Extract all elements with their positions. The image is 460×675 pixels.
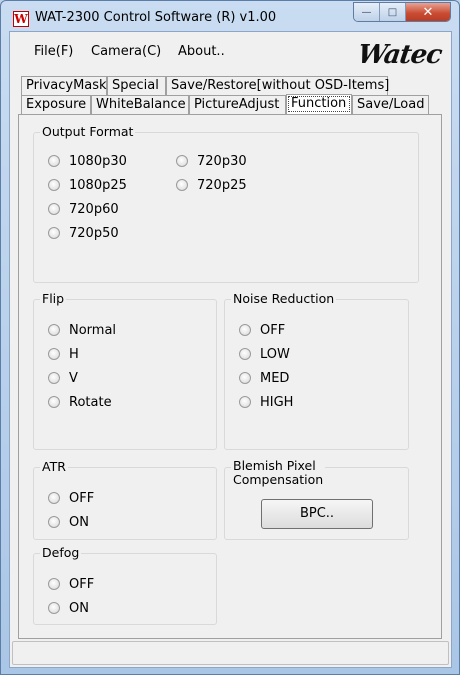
radio-circle-icon — [239, 324, 251, 336]
function-tab-panel: Output Format 1080p30 1080p25 720p60 720… — [18, 114, 442, 639]
radio-label: MED — [260, 370, 290, 386]
radio-label: 720p60 — [69, 201, 119, 217]
window-controls: — □ ✕ — [353, 2, 451, 22]
radio-1080p25[interactable]: 1080p25 — [48, 177, 127, 193]
radio-circle-icon — [48, 324, 60, 336]
radio-label: LOW — [260, 346, 290, 362]
menu-file[interactable]: File(F) — [34, 44, 73, 59]
radio-nr-low[interactable]: LOW — [239, 346, 290, 362]
tab-white-balance[interactable]: WhiteBalance — [91, 95, 189, 114]
radio-label: OFF — [69, 490, 95, 506]
close-button[interactable]: ✕ — [406, 3, 450, 21]
radio-circle-icon — [48, 203, 60, 215]
tab-picture-adjust[interactable]: PictureAdjust — [189, 95, 286, 114]
radio-label: 720p30 — [197, 153, 247, 169]
radio-circle-icon — [239, 396, 251, 408]
radio-nr-off[interactable]: OFF — [239, 322, 285, 338]
radio-label: Rotate — [69, 394, 112, 410]
radio-label: ON — [69, 600, 89, 616]
tab-privacy-mask[interactable]: PrivacyMask — [21, 76, 107, 95]
radio-label: OFF — [260, 322, 286, 338]
watec-logo: Watec — [355, 40, 444, 70]
atr-group: ATR OFF ON — [33, 459, 217, 540]
radio-1080p30[interactable]: 1080p30 — [48, 153, 127, 169]
blemish-title-line1: Blemish Pixel — [233, 458, 316, 473]
tab-special[interactable]: Special — [107, 76, 166, 95]
radio-circle-icon — [48, 396, 60, 408]
radio-label: 720p25 — [197, 177, 247, 193]
radio-circle-icon — [48, 372, 60, 384]
blemish-title-line2: Compensation — [233, 472, 324, 487]
radio-720p30[interactable]: 720p30 — [176, 153, 247, 169]
radio-atr-on[interactable]: ON — [48, 514, 89, 530]
radio-label: ON — [69, 514, 89, 530]
radio-circle-icon — [48, 516, 60, 528]
radio-flip-v[interactable]: V — [48, 370, 78, 386]
radio-flip-normal[interactable]: Normal — [48, 322, 116, 338]
app-icon: W — [13, 11, 29, 27]
radio-nr-med[interactable]: MED — [239, 370, 289, 386]
radio-720p50[interactable]: 720p50 — [48, 225, 119, 241]
radio-label: H — [69, 346, 79, 362]
tab-exposure[interactable]: Exposure — [21, 95, 91, 114]
blemish-group: Blemish Pixel Compensation BPC.. — [224, 459, 409, 540]
radio-circle-icon — [48, 602, 60, 614]
noise-reduction-title: Noise Reduction — [231, 291, 337, 307]
status-bar — [12, 641, 449, 665]
window-title: WAT-2300 Control Software (R) v1.00 — [35, 10, 277, 25]
menu-camera[interactable]: Camera(C) — [91, 44, 161, 59]
radio-nr-high[interactable]: HIGH — [239, 394, 293, 410]
tab-function[interactable]: Function — [286, 94, 352, 114]
maximize-button[interactable]: □ — [380, 3, 406, 21]
minimize-button[interactable]: — — [354, 3, 380, 21]
radio-720p25[interactable]: 720p25 — [176, 177, 247, 193]
radio-flip-h[interactable]: H — [48, 346, 79, 362]
radio-circle-icon — [48, 155, 60, 167]
radio-circle-icon — [176, 179, 188, 191]
atr-title: ATR — [40, 459, 68, 475]
flip-group: Flip Normal H V Rotate — [33, 291, 217, 450]
radio-label: Normal — [69, 322, 117, 338]
menu-bar: File(F) Camera(C) About.. Watec — [10, 32, 451, 72]
title-bar[interactable]: W WAT-2300 Control Software (R) v1.00 — … — [1, 1, 459, 31]
radio-circle-icon — [48, 348, 60, 360]
defog-title: Defog — [40, 545, 82, 561]
radio-label: 720p50 — [69, 225, 119, 241]
radio-label: HIGH — [260, 394, 294, 410]
tab-save-load[interactable]: Save/Load — [352, 95, 429, 114]
flip-title: Flip — [40, 291, 67, 307]
tab-save-restore[interactable]: Save/Restore[without OSD-Items] — [166, 76, 389, 95]
radio-720p60[interactable]: 720p60 — [48, 201, 119, 217]
radio-atr-off[interactable]: OFF — [48, 490, 94, 506]
radio-label: OFF — [69, 576, 95, 592]
noise-reduction-group: Noise Reduction OFF LOW MED HIGH — [224, 291, 409, 450]
radio-circle-icon — [239, 348, 251, 360]
client-area: File(F) Camera(C) About.. Watec PrivacyM… — [9, 31, 452, 668]
bpc-button[interactable]: BPC.. — [261, 499, 373, 529]
radio-label: V — [69, 370, 78, 386]
radio-circle-icon — [48, 492, 60, 504]
radio-flip-rotate[interactable]: Rotate — [48, 394, 112, 410]
output-format-title: Output Format — [40, 124, 136, 140]
radio-circle-icon — [48, 227, 60, 239]
menu-about[interactable]: About.. — [178, 44, 225, 59]
app-window: W WAT-2300 Control Software (R) v1.00 — … — [0, 0, 460, 675]
output-format-group: Output Format 1080p30 1080p25 720p60 720… — [33, 124, 419, 283]
radio-label: 1080p30 — [69, 153, 127, 169]
radio-defog-on[interactable]: ON — [48, 600, 89, 616]
radio-defog-off[interactable]: OFF — [48, 576, 94, 592]
radio-circle-icon — [176, 155, 188, 167]
radio-circle-icon — [48, 179, 60, 191]
radio-circle-icon — [48, 578, 60, 590]
blemish-title: Blemish Pixel Compensation — [231, 458, 326, 487]
radio-circle-icon — [239, 372, 251, 384]
defog-group: Defog OFF ON — [33, 545, 217, 625]
radio-label: 1080p25 — [69, 177, 127, 193]
